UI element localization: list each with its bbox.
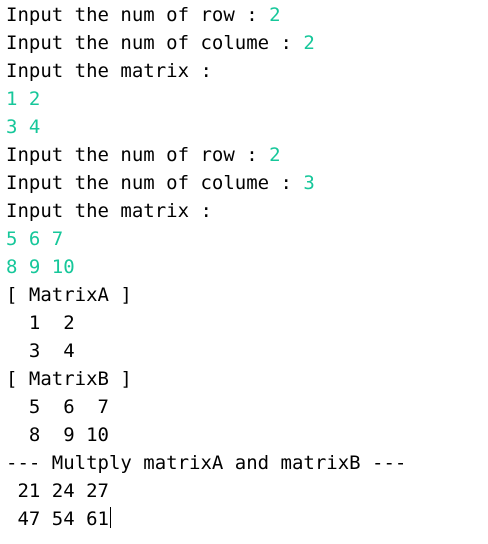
matrix-a-row-2: 3 4 bbox=[6, 336, 484, 364]
output-text: 1 2 bbox=[6, 312, 75, 334]
prompt-row-count-b: Input the num of row : 2 bbox=[6, 140, 484, 168]
input-matrix-b-row-2: 8 9 10 bbox=[6, 252, 484, 280]
matrix-a-row-1: 1 2 bbox=[6, 308, 484, 336]
user-input-text: 1 2 bbox=[6, 88, 41, 110]
output-text: --- Multply matrixA and matrixB --- bbox=[6, 452, 407, 474]
input-matrix-b-row-1: 5 6 7 bbox=[6, 224, 484, 252]
output-text: 47 54 61 bbox=[6, 508, 109, 530]
multiply-header: --- Multply matrixA and matrixB --- bbox=[6, 448, 484, 476]
text-cursor bbox=[109, 507, 111, 528]
input-matrix-a-row-1: 1 2 bbox=[6, 84, 484, 112]
user-input-text: 2 bbox=[269, 144, 281, 166]
matrix-b-row-2: 8 9 10 bbox=[6, 420, 484, 448]
prompt-column-count-a: Input the num of colume : 2 bbox=[6, 28, 484, 56]
output-text: Input the matrix : bbox=[6, 60, 212, 82]
output-text: Input the num of colume : bbox=[6, 172, 304, 194]
user-input-text: 3 bbox=[303, 172, 315, 194]
user-input-text: 5 6 7 bbox=[6, 228, 64, 250]
prompt-row-count-a: Input the num of row : 2 bbox=[6, 0, 484, 28]
output-text: 3 4 bbox=[6, 340, 75, 362]
result-row-2: 47 54 61 bbox=[6, 504, 484, 532]
input-matrix-a-row-2: 3 4 bbox=[6, 112, 484, 140]
output-text: Input the num of colume : bbox=[6, 32, 304, 54]
matrix-b-header: [ MatrixB ] bbox=[6, 364, 484, 392]
prompt-matrix-b: Input the matrix : bbox=[6, 196, 484, 224]
output-text: [ MatrixB ] bbox=[6, 368, 132, 390]
output-text: 8 9 10 bbox=[6, 424, 109, 446]
matrix-b-row-1: 5 6 7 bbox=[6, 392, 484, 420]
output-text: 5 6 7 bbox=[6, 396, 109, 418]
user-input-text: 3 4 bbox=[6, 116, 41, 138]
console-output[interactable]: Input the num of row : 2 Input the num o… bbox=[6, 0, 484, 544]
user-input-text: 2 bbox=[269, 4, 281, 26]
user-input-text: 2 bbox=[303, 32, 315, 54]
prompt-column-count-b: Input the num of colume : 3 bbox=[6, 168, 484, 196]
output-text: [ MatrixA ] bbox=[6, 284, 132, 306]
matrix-a-header: [ MatrixA ] bbox=[6, 280, 484, 308]
user-input-text: 8 9 10 bbox=[6, 256, 75, 278]
output-text: Input the num of row : bbox=[6, 4, 270, 26]
output-text: 21 24 27 bbox=[6, 480, 109, 502]
result-row-1: 21 24 27 bbox=[6, 476, 484, 504]
prompt-matrix-a: Input the matrix : bbox=[6, 56, 484, 84]
output-text: Input the matrix : bbox=[6, 200, 212, 222]
output-text: Input the num of row : bbox=[6, 144, 270, 166]
